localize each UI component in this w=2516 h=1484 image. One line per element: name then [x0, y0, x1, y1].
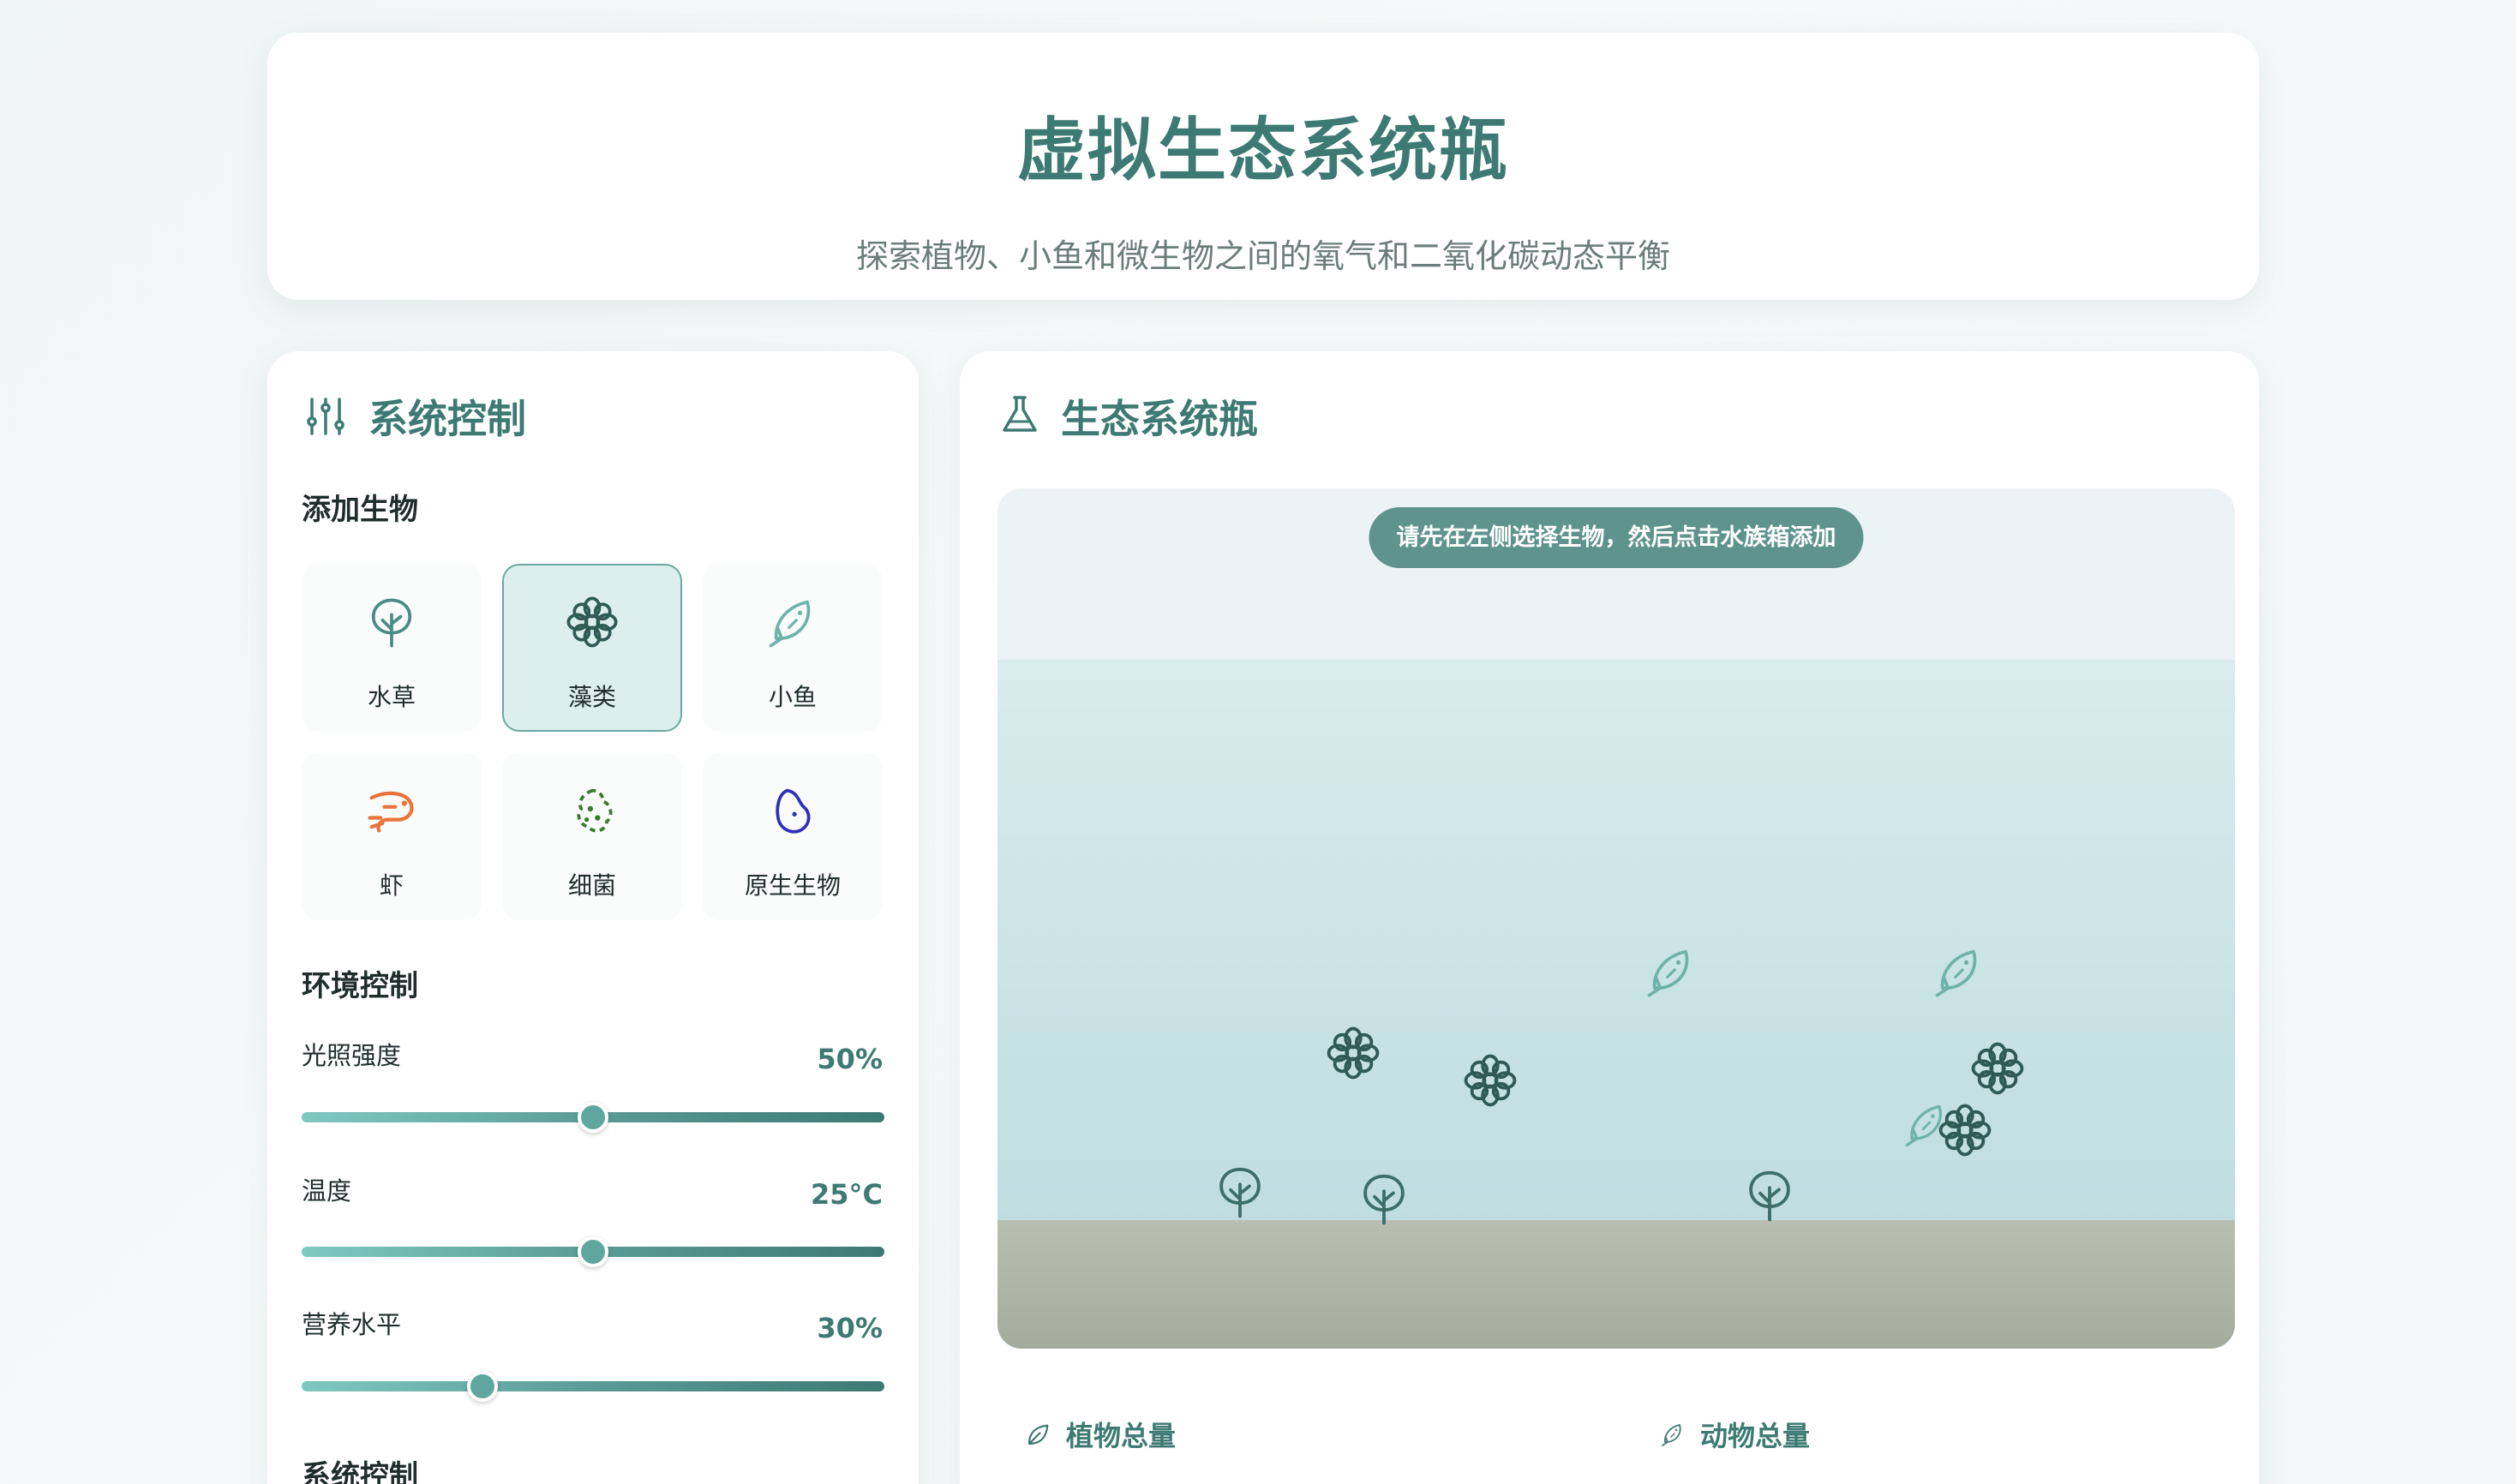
- flower-icon[interactable]: [1460, 1050, 1520, 1110]
- shrimp-icon: [362, 781, 421, 840]
- temperature-value: 25°C: [810, 1178, 883, 1211]
- nutrient-slider[interactable]: [302, 1371, 884, 1402]
- organism-protozoa-button[interactable]: 原生生物: [703, 752, 883, 920]
- light-label: 光照强度: [302, 1041, 402, 1070]
- protozoa-icon: [764, 781, 822, 840]
- organism-label: 小鱼: [768, 683, 817, 711]
- flower-icon: [563, 593, 621, 651]
- system-control-heading: 系统控制: [302, 1459, 418, 1484]
- leaf-icon: [1025, 1422, 1051, 1448]
- nutrient-label: 营养水平: [302, 1310, 402, 1339]
- bottle-title: 生态系统瓶: [1061, 396, 1258, 442]
- add-organism-heading: 添加生物: [302, 493, 418, 527]
- temperature-label: 温度: [302, 1176, 352, 1206]
- fish-icon[interactable]: [1642, 942, 1700, 1001]
- organism-shrimp-button[interactable]: 虾: [302, 752, 482, 920]
- organism-bacteria-button[interactable]: 细菌: [502, 752, 682, 920]
- organism-label: 虾: [379, 871, 404, 900]
- plant-icon[interactable]: [1740, 1165, 1800, 1225]
- temperature-slider[interactable]: [302, 1236, 884, 1267]
- panel-title: 系统控制: [368, 396, 526, 442]
- light-slider-thumb[interactable]: [578, 1102, 608, 1133]
- control-panel: 系统控制 添加生物 水草 藻类 小鱼 虾 细菌 原生生物 环境控制 光照强度 5…: [267, 351, 919, 1484]
- organism-algae-button[interactable]: 藻类: [502, 564, 682, 732]
- temperature-slider-thumb[interactable]: [578, 1236, 608, 1267]
- light-slider[interactable]: [302, 1102, 884, 1133]
- sliders-icon: [305, 396, 346, 437]
- nutrient-value: 30%: [817, 1312, 883, 1344]
- organism-label: 藻类: [567, 683, 616, 711]
- aquarium-tank[interactable]: 请先在左侧选择生物，然后点击水族箱添加: [997, 488, 2235, 1349]
- flower-icon[interactable]: [1935, 1100, 1995, 1160]
- bottle-panel: 生态系统瓶 请先在左侧选择生物，然后点击水族箱添加 植物总量 动物总量: [960, 351, 2259, 1484]
- bacteria-icon: [563, 781, 621, 840]
- plant-icon: [362, 593, 421, 651]
- light-value: 50%: [817, 1043, 883, 1075]
- sand-substrate: [997, 1220, 2235, 1349]
- plant-icon[interactable]: [1210, 1162, 1270, 1222]
- plant-total-label: 植物总量: [1066, 1420, 1177, 1452]
- flower-icon[interactable]: [1323, 1023, 1383, 1083]
- plant-icon[interactable]: [1354, 1169, 1414, 1229]
- organism-label: 水草: [367, 683, 416, 711]
- page-subtitle: 探索植物、小鱼和微生物之间的氧气和二氧化碳动态平衡: [855, 237, 1670, 275]
- organism-label: 原生生物: [744, 871, 841, 900]
- nutrient-slider-thumb[interactable]: [466, 1371, 498, 1402]
- flask-icon: [999, 394, 1040, 435]
- fish-icon: [1659, 1421, 1686, 1448]
- water-area: [997, 660, 2235, 1222]
- organism-plant-button[interactable]: 水草: [302, 564, 482, 732]
- organism-label: 细菌: [567, 871, 616, 900]
- fish-icon[interactable]: [1930, 942, 1988, 1001]
- page-title: 虚拟生态系统瓶: [1017, 111, 1509, 190]
- organism-fish-button[interactable]: 小鱼: [703, 564, 883, 732]
- animal-total-label: 动物总量: [1700, 1420, 1811, 1452]
- header-card: 虚拟生态系统瓶 探索植物、小鱼和微生物之间的氧气和二氧化碳动态平衡: [267, 33, 2259, 300]
- fish-icon: [764, 593, 822, 651]
- flower-icon[interactable]: [1968, 1038, 2028, 1098]
- instruction-hint: 请先在左侧选择生物，然后点击水族箱添加: [1369, 507, 1864, 568]
- env-control-heading: 环境控制: [302, 969, 418, 1003]
